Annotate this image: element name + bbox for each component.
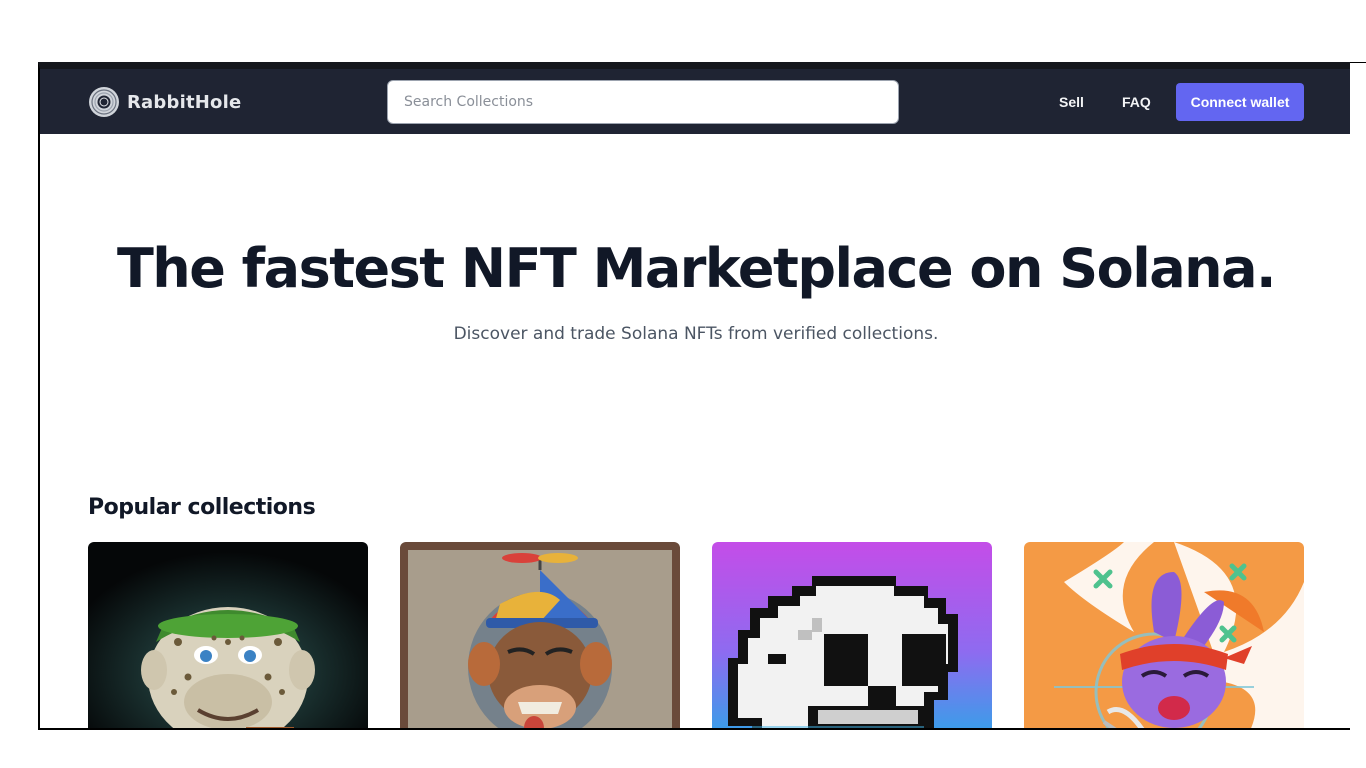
popular-collections-title: Popular collections [88,495,316,520]
navbar: RabbitHole Sell FAQ Connect wallet [40,69,1350,134]
browser-viewport: RabbitHole Sell FAQ Connect wallet The f… [38,62,1350,730]
search-input[interactable] [387,80,899,124]
brand[interactable]: RabbitHole [88,86,241,118]
hero-subtitle: Discover and trade Solana NFTs from veri… [453,324,939,344]
collection-card-3[interactable] [712,542,992,728]
collection-card-2[interactable] [400,542,680,728]
window-edge-line [1349,62,1366,63]
ape-propeller-cap-image [400,542,680,728]
brand-name: RabbitHole [127,91,242,113]
hero-title: The fastest NFT Marketplace on Solana. [116,237,1277,300]
purple-rabbit-image [1024,542,1304,728]
nav-sell-link[interactable]: Sell [1059,94,1084,110]
collection-card-4[interactable] [1024,542,1304,728]
rabbithole-logo-icon [89,87,119,117]
connect-wallet-button[interactable]: Connect wallet [1176,83,1304,121]
collection-card-1[interactable] [88,542,368,728]
nav-faq-link[interactable]: FAQ [1122,94,1151,110]
leopard-ape-image [88,542,368,728]
pixel-skull-image [712,542,992,728]
